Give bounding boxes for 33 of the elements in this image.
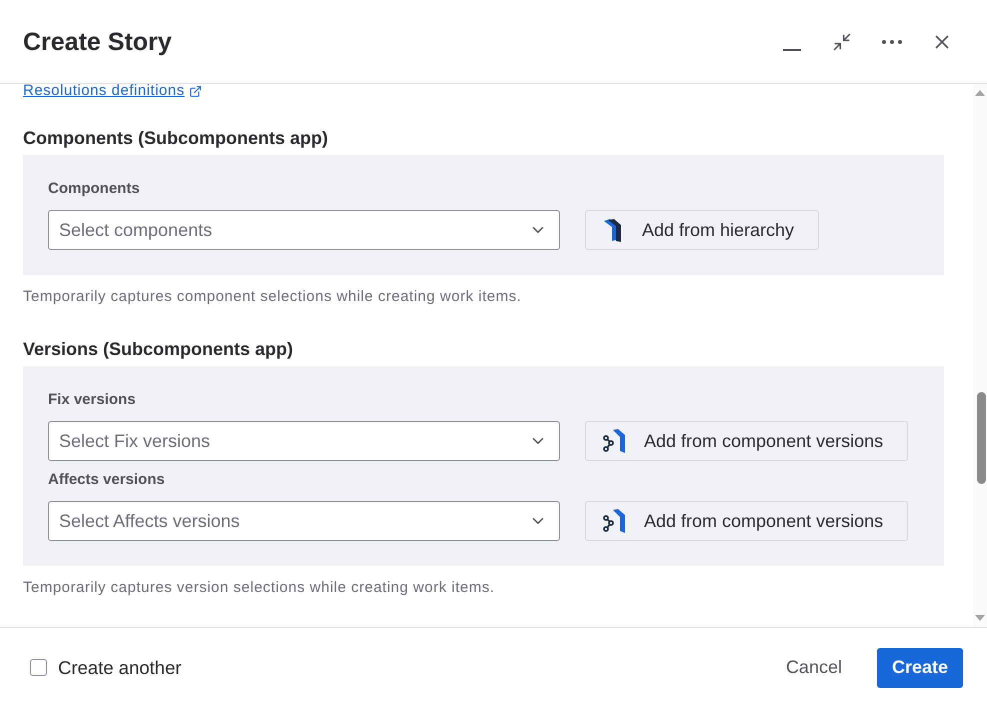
branch-block-icon — [602, 509, 626, 533]
select-placeholder: Select components — [59, 218, 212, 242]
collapse-icon — [832, 32, 852, 52]
scrollbar-thumb[interactable] — [977, 392, 986, 484]
checkbox-label: Create another — [58, 656, 182, 680]
create-button[interactable]: Create — [876, 648, 963, 688]
add-from-button[interactable]: Add from component versions — [585, 421, 908, 461]
helper-text: Temporarily captures version selections while creating work items. — [23, 579, 496, 597]
scrollbar-track[interactable] — [973, 84, 987, 627]
add-from-button[interactable]: Add from component versions — [585, 501, 908, 541]
minimize-icon — [783, 48, 801, 50]
select-field[interactable]: Select Fix versions — [48, 421, 560, 461]
add-from-button[interactable]: Add from hierarchy — [585, 210, 820, 250]
field-label: Affects versions — [48, 471, 166, 489]
resolutions-link[interactable]: Resolutions definitions — [23, 84, 202, 98]
more-icon — [882, 40, 902, 44]
helper-text: Temporarily captures component selections while creating work items. — [23, 288, 522, 306]
select-placeholder: Select Fix versions — [59, 430, 210, 452]
layered-block-icon — [602, 218, 624, 242]
external-link-icon — [188, 84, 202, 98]
create-another-checkbox[interactable] — [30, 659, 47, 676]
scroll-down-arrow-icon[interactable] — [975, 615, 985, 621]
select-placeholder: Select Affects versions — [59, 510, 240, 532]
field-label: Fix versions — [48, 391, 137, 409]
select-field[interactable]: Select components — [48, 210, 560, 250]
select-field[interactable]: Select Affects versions — [48, 501, 560, 541]
section-heading: Versions (Subcomponents app) — [23, 339, 294, 359]
field-label: Components — [48, 180, 141, 198]
dialog-title: Create Story — [23, 26, 172, 56]
scroll-up-arrow-icon[interactable] — [975, 90, 985, 96]
branch-block-icon — [602, 429, 626, 453]
cancel-button[interactable]: Cancel — [772, 648, 855, 688]
section-heading: Components (Subcomponents app) — [23, 128, 329, 148]
